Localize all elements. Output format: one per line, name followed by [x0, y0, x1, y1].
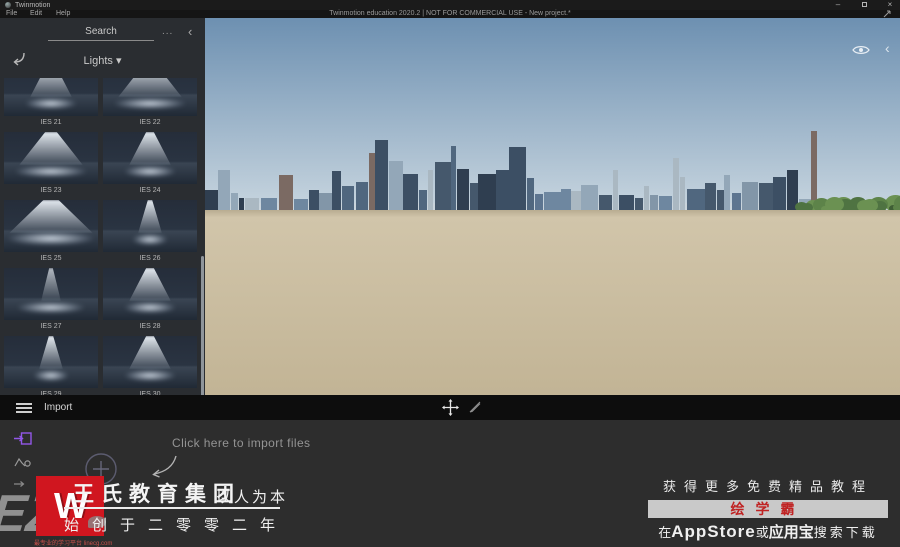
window-titlebar: Twinmotion – × [0, 0, 900, 10]
promo-app-banner: 绘学霸 [648, 500, 888, 518]
promo-prefix: 在 [658, 525, 672, 540]
logo-caption: 最专业的学习平台 linecg.com [34, 541, 113, 547]
import-dock: Click here to import files EZ W 最专业的学习平台… [0, 420, 900, 547]
app-title: Twinmotion [15, 1, 51, 9]
document-title: Twinmotion education 2020.2 | NOT FOR CO… [329, 10, 571, 17]
promo-store2: 应用宝 [768, 524, 814, 541]
watermark-slogan-text: 以人为本 [216, 489, 289, 506]
import-geometry-icon[interactable] [14, 432, 32, 445]
maximize-button[interactable] [854, 0, 874, 10]
import-landscape-icon[interactable] [14, 455, 32, 467]
library-item-label: IES 22 [139, 119, 161, 126]
ies-light-thumbnail[interactable] [103, 200, 197, 252]
library-grid-clip: IES 21 IES 22 IES 23 IES 24 IES 25 IES 2… [4, 78, 198, 395]
city-skyline [205, 18, 900, 212]
ies-light-thumbnail[interactable] [4, 336, 98, 388]
promo-suffix: 搜索下载 [813, 525, 878, 540]
library-item-label: IES 25 [40, 255, 62, 262]
close-button[interactable]: × [880, 0, 900, 10]
menu-bar: File Edit Help Twinmotion education 2020… [0, 10, 900, 18]
ies-light-thumbnail[interactable] [103, 132, 197, 184]
ies-light-thumbnail[interactable] [103, 268, 197, 320]
library-item[interactable]: IES 26 [103, 200, 197, 266]
category-dropdown[interactable]: Lights ▾ [0, 54, 205, 67]
promo-title-text: 获得更多免费精品教程 [662, 479, 873, 494]
more-options-icon[interactable]: ... [162, 26, 173, 37]
promo-block: 获得更多免费精品教程 绘学霸 在 AppStore 或 应用宝 搜索下载 [648, 476, 888, 542]
library-item-label: IES 29 [40, 391, 62, 395]
import-hint-text[interactable]: Click here to import files [172, 436, 310, 450]
library-item-label: IES 21 [40, 119, 62, 126]
library-grid: IES 21 IES 22 IES 23 IES 24 IES 25 IES 2… [4, 78, 198, 395]
library-item-label: IES 28 [139, 323, 161, 330]
move-tool-icon[interactable] [442, 399, 459, 416]
import-menu-label[interactable]: Import [44, 402, 72, 413]
twinmotion-logo-icon [5, 2, 11, 8]
hamburger-menu-icon[interactable] [16, 403, 32, 413]
visibility-eye-icon[interactable] [852, 44, 870, 56]
ies-light-thumbnail[interactable] [4, 132, 98, 184]
pen-tool-icon[interactable] [468, 400, 482, 414]
library-item[interactable]: IES 27 [4, 268, 98, 334]
library-item[interactable]: IES 28 [103, 268, 197, 334]
library-item-label: IES 24 [139, 187, 161, 194]
category-label: Lights [83, 55, 113, 67]
watermark-founded-text: 始创于二零零二年 [64, 517, 289, 534]
library-item[interactable]: IES 24 [103, 132, 197, 198]
library-item-label: IES 23 [40, 187, 62, 194]
fullscreen-expand-icon[interactable] [882, 10, 892, 18]
ies-light-thumbnail[interactable] [4, 268, 98, 320]
minimize-button[interactable]: – [828, 0, 848, 10]
watermark-divider [64, 507, 280, 509]
ies-light-thumbnail[interactable] [4, 200, 98, 252]
maximize-icon [861, 2, 867, 7]
chevron-down-icon: ▾ [115, 55, 122, 67]
library-scrollbar[interactable] [201, 256, 204, 395]
library-item-label: IES 30 [139, 391, 161, 395]
promo-or: 或 [755, 525, 769, 540]
viewport-canvas[interactable]: ‹ [205, 18, 900, 395]
collapse-panel-icon[interactable]: ‹ [188, 24, 192, 39]
library-item[interactable]: IES 22 [103, 78, 197, 130]
library-item[interactable]: IES 23 [4, 132, 98, 198]
library-item[interactable]: IES 21 [4, 78, 98, 130]
library-item-label: IES 27 [40, 323, 62, 330]
ground [205, 210, 900, 395]
curved-arrow-icon [146, 454, 180, 480]
search-input[interactable]: Search [48, 26, 154, 41]
promo-download-text: 在 AppStore 或 应用宝 搜索下载 [648, 521, 888, 542]
import-bar: Import [0, 395, 900, 420]
ies-light-thumbnail[interactable] [103, 78, 197, 116]
library-item-label: IES 26 [139, 255, 161, 262]
library-item[interactable]: IES 25 [4, 200, 98, 266]
collapse-right-icon[interactable]: ‹ [885, 40, 890, 56]
promo-app-name: 绘学霸 [730, 501, 806, 517]
promo-store1: AppStore [671, 522, 756, 541]
library-item[interactable]: IES 29 [4, 336, 98, 395]
ies-light-thumbnail[interactable] [4, 78, 98, 116]
library-item[interactable]: IES 30 [103, 336, 197, 395]
library-panel: Search ... ‹ Lights ▾ IES 21 IES 22 IES … [0, 18, 205, 395]
ies-light-thumbnail[interactable] [103, 336, 197, 388]
